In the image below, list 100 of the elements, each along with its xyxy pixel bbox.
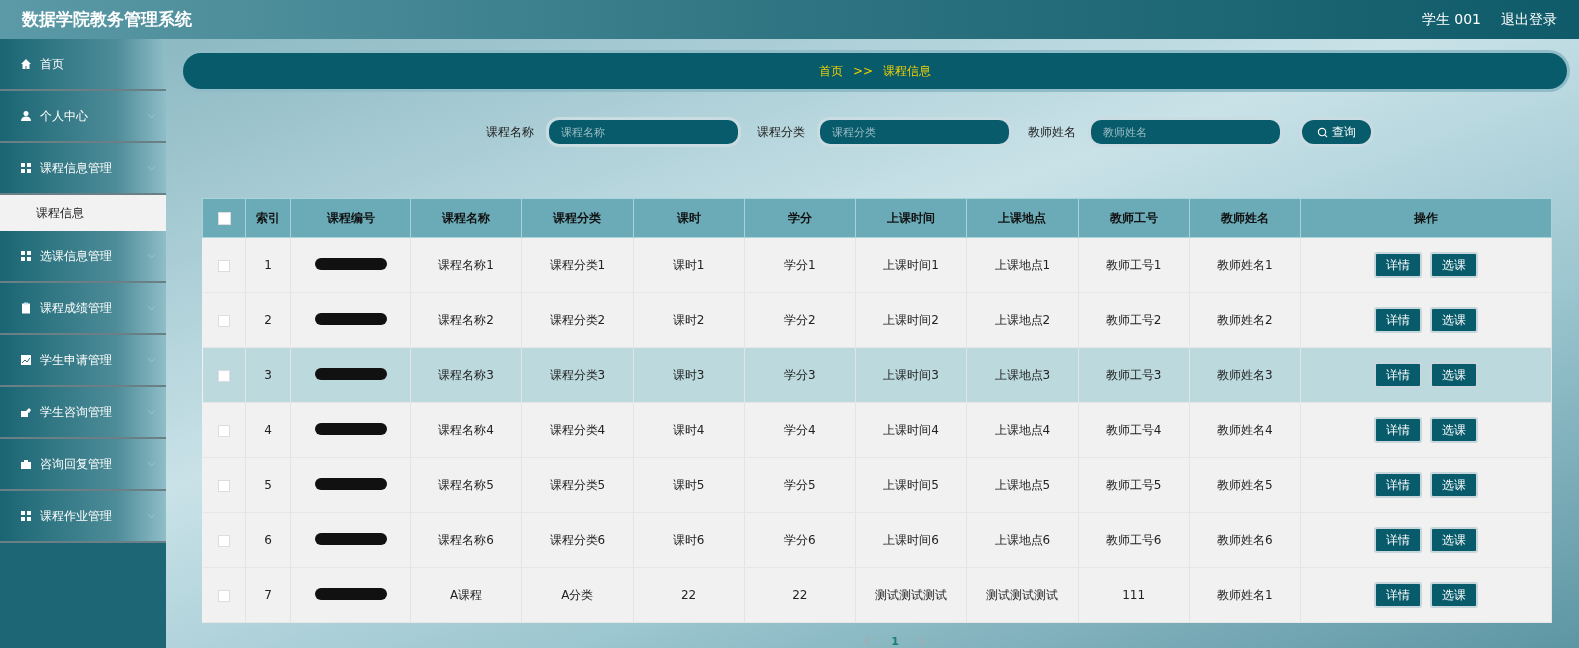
- search-field[interactable]: 教师姓名: [1088, 117, 1283, 147]
- home-icon: [20, 58, 32, 70]
- table-cell: 教师姓名6: [1189, 512, 1301, 568]
- action-button[interactable]: 选课: [1430, 472, 1478, 498]
- sidebar-subitem[interactable]: 课程信息: [0, 195, 166, 231]
- table-cell: 教师姓名5: [1189, 457, 1301, 513]
- action-button[interactable]: 选课: [1430, 252, 1478, 278]
- logout-link[interactable]: 退出登录: [1501, 10, 1557, 29]
- column-header: 教师工号: [1078, 198, 1190, 238]
- table-cell: 3: [245, 347, 291, 403]
- table-cell: 教师姓名4: [1189, 402, 1301, 458]
- table-cell: 学分1: [744, 237, 856, 293]
- search-field[interactable]: 课程分类: [817, 117, 1012, 147]
- briefcase-icon: [20, 458, 32, 470]
- action-button[interactable]: 详情: [1374, 582, 1422, 608]
- table-cell: 课程分类6: [521, 512, 633, 568]
- table-cell: A分类: [521, 567, 633, 623]
- grid-icon: [20, 510, 32, 522]
- table-cell: 课程名称6: [410, 512, 522, 568]
- table-cell: A课程: [410, 567, 522, 623]
- table-cell: 教师姓名3: [1189, 347, 1301, 403]
- table-cell: 课程分类3: [521, 347, 633, 403]
- table-cell: 教师姓名2: [1189, 292, 1301, 348]
- hand-icon: [20, 406, 32, 418]
- chevron-down-icon: [147, 513, 156, 519]
- select-all-checkbox[interactable]: [217, 212, 231, 225]
- table-cell: 上课时间2: [855, 292, 967, 348]
- user-icon: [20, 110, 32, 122]
- action-button[interactable]: 选课: [1430, 582, 1478, 608]
- table-cell: 上课时间5: [855, 457, 967, 513]
- action-button[interactable]: 详情: [1374, 362, 1422, 388]
- chevron-down-icon: [147, 113, 156, 119]
- column-header: 课程分类: [521, 198, 633, 238]
- table-cell: 教师工号1: [1078, 237, 1190, 293]
- chevron-down-icon: [147, 409, 156, 415]
- sidebar-item[interactable]: 学生咨询管理: [0, 387, 166, 439]
- column-header: 课程编号: [290, 198, 411, 238]
- row-checkbox[interactable]: [217, 314, 230, 327]
- breadcrumb-link[interactable]: 首页: [818, 62, 843, 80]
- row-checkbox[interactable]: [217, 534, 230, 547]
- action-button[interactable]: 选课: [1430, 417, 1478, 443]
- action-button[interactable]: 详情: [1374, 252, 1422, 278]
- sidebar-item[interactable]: 首页: [0, 39, 166, 91]
- table-cell: 上课地点5: [966, 457, 1078, 513]
- app-title: 数据学院教务管理系统: [22, 8, 192, 31]
- table-cell: 课程名称2: [410, 292, 522, 348]
- column-header: 学分: [744, 198, 856, 238]
- table-cell: 2: [245, 292, 291, 348]
- action-button[interactable]: 选课: [1430, 527, 1478, 553]
- column-header: 索引: [245, 198, 291, 238]
- action-button[interactable]: 选课: [1430, 307, 1478, 333]
- sidebar-item[interactable]: 课程作业管理: [0, 491, 166, 543]
- table-cell: 课时5: [633, 457, 745, 513]
- action-button[interactable]: 详情: [1374, 417, 1422, 443]
- table-cell: 教师工号3: [1078, 347, 1190, 403]
- row-checkbox[interactable]: [217, 369, 230, 382]
- sidebar-item[interactable]: 选课信息管理: [0, 231, 166, 283]
- table-cell: 教师姓名1: [1189, 237, 1301, 293]
- table-cell: 教师工号4: [1078, 402, 1190, 458]
- table-cell: 测试测试测试: [855, 567, 967, 623]
- search-button[interactable]: 查询: [1299, 117, 1374, 147]
- table-cell: 课时1: [633, 237, 745, 293]
- table-cell: 上课地点6: [966, 512, 1078, 568]
- table-cell: 22: [633, 567, 745, 623]
- field-label: 教师姓名: [1028, 123, 1076, 141]
- row-checkbox[interactable]: [217, 259, 230, 272]
- table-cell: 学分2: [744, 292, 856, 348]
- table-cell: 4: [245, 402, 291, 458]
- table-cell: 上课地点4: [966, 402, 1078, 458]
- grid-icon: [20, 250, 32, 262]
- table-cell: 课时3: [633, 347, 745, 403]
- table-cell: 学分4: [744, 402, 856, 458]
- sidebar-item[interactable]: 咨询回复管理: [0, 439, 166, 491]
- next-page-icon[interactable]: [918, 636, 926, 647]
- action-button[interactable]: 详情: [1374, 527, 1422, 553]
- table-cell: 教师工号2: [1078, 292, 1190, 348]
- row-checkbox[interactable]: [217, 479, 230, 492]
- table-cell: 5: [245, 457, 291, 513]
- action-button[interactable]: 详情: [1374, 307, 1422, 333]
- action-button[interactable]: 详情: [1374, 472, 1422, 498]
- table-cell: 22: [744, 567, 856, 623]
- table-cell: 1: [245, 237, 291, 293]
- sidebar-item[interactable]: 学生申请管理: [0, 335, 166, 387]
- table-cell: 课程分类4: [521, 402, 633, 458]
- column-header: 上课地点: [966, 198, 1078, 238]
- row-checkbox[interactable]: [217, 589, 230, 602]
- breadcrumb-current: 课程信息: [883, 62, 932, 80]
- sidebar-item[interactable]: 个人中心: [0, 91, 166, 143]
- table-cell: 学分5: [744, 457, 856, 513]
- table-cell: 111: [1078, 567, 1190, 623]
- table-cell: 课程名称5: [410, 457, 522, 513]
- table-cell: 学分3: [744, 347, 856, 403]
- sidebar-item[interactable]: 课程信息管理: [0, 143, 166, 195]
- table-cell: 课程分类2: [521, 292, 633, 348]
- previous-page-icon[interactable]: [864, 636, 872, 647]
- row-checkbox[interactable]: [217, 424, 230, 437]
- action-button[interactable]: 选课: [1430, 362, 1478, 388]
- search-field[interactable]: 课程名称: [546, 117, 741, 147]
- table-cell: 教师工号5: [1078, 457, 1190, 513]
- sidebar-item[interactable]: 课程成绩管理: [0, 283, 166, 335]
